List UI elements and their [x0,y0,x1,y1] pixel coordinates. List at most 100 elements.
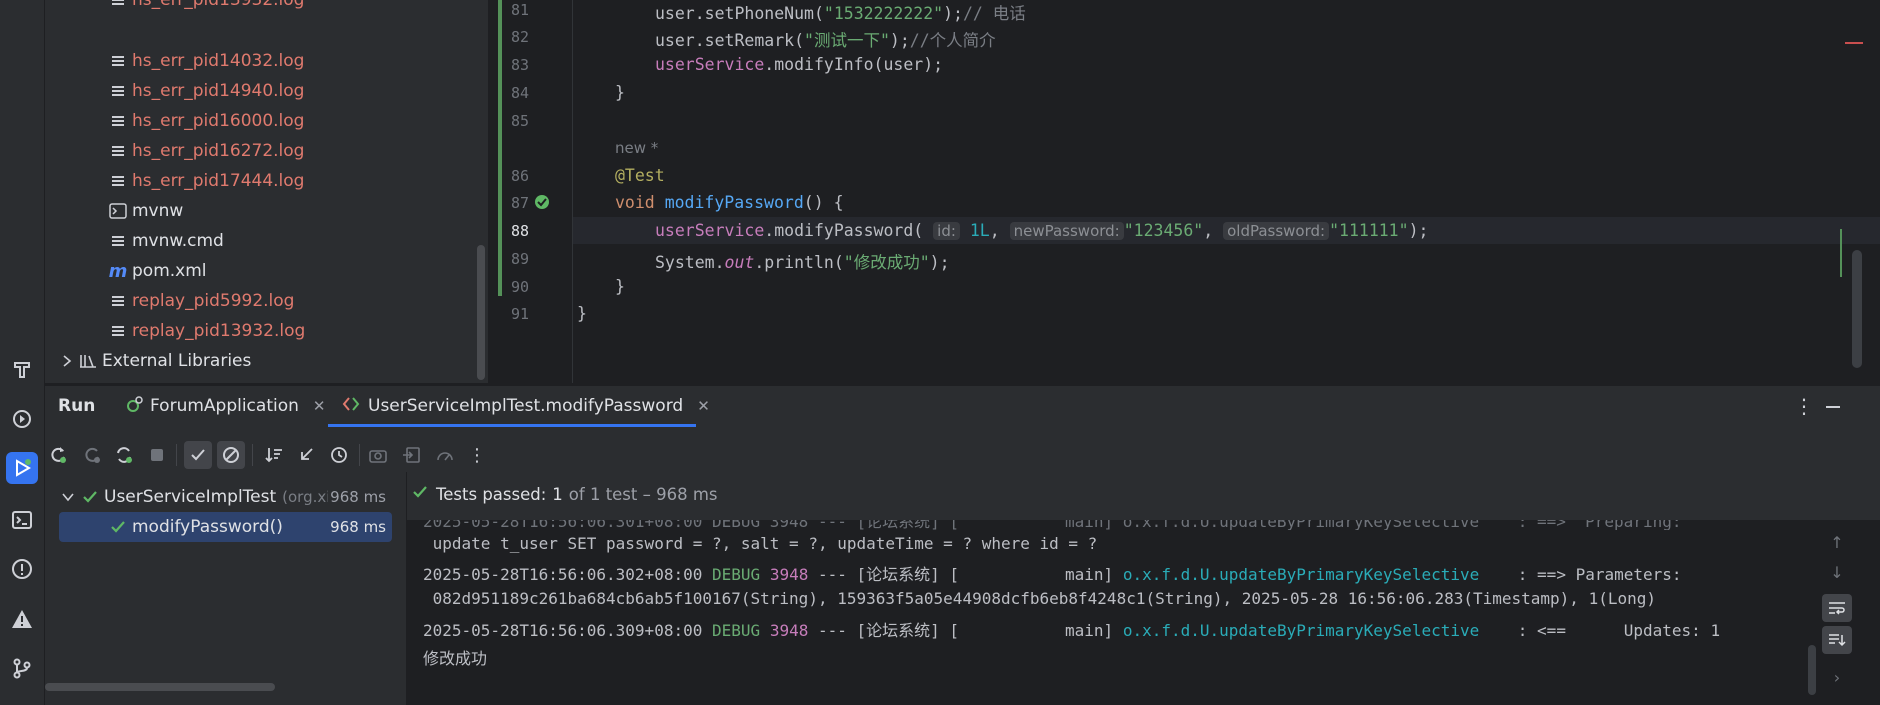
history-icon[interactable] [325,441,353,469]
console-line: 082d951189c261ba684cb6ab5f100167(String)… [423,589,1656,608]
code-line-83: userService.modifyInfo(user); [655,55,944,74]
test-diff-icon [342,395,360,418]
chevron-right-icon[interactable] [60,351,74,371]
check-icon [412,484,428,504]
git-icon[interactable] [6,652,38,684]
tree-item[interactable]: hs_err_pid14032.log [108,46,304,76]
text-file-icon [108,81,128,101]
scroll-to-end-icon[interactable] [1822,626,1852,654]
tree-item[interactable]: mvnw.cmd [108,226,224,256]
warning-icon[interactable] [6,603,38,635]
more-options-icon[interactable]: ⋮ [1794,394,1814,418]
tree-item-label: hs_err_pid13932.log [132,0,305,10]
author-hint: new * [615,139,659,157]
param-hint-oldpassword: oldPassword: [1223,222,1330,240]
tree-item-label: hs_err_pid17444.log [132,171,305,191]
code-line-87: void modifyPassword() { [615,193,844,212]
tree-item[interactable]: hs_err_pid16000.log [108,106,304,136]
tool-window-strip [0,0,45,705]
library-icon [78,351,98,371]
tab-forum-application[interactable]: ForumApplication ✕ [126,385,325,427]
code-line-88: userService.modifyPassword( id: 1L, newP… [655,221,1429,240]
toolbar-separator [359,444,360,466]
param-hint-id: id: [933,222,960,240]
tab-label: UserServiceImplTest.modifyPassword [368,396,684,416]
tab-modify-password-test[interactable]: UserServiceImplTest.modifyPassword ✕ [328,385,710,427]
chevron-down-icon[interactable] [60,487,76,507]
stop-icon[interactable] [143,441,171,469]
tree-item[interactable]: hs_err_pid13932.log [108,0,304,15]
line-number: 83 [510,56,529,74]
console-line: 2025-05-28T16:56:06.302+08:00 DEBUG 3948… [423,565,1682,584]
terminal-icon[interactable] [6,504,38,536]
tree-top-pad [45,472,406,482]
code-line-86: @Test [615,166,665,185]
camera-icon[interactable] [364,441,392,469]
line-number: 85 [510,112,529,130]
problems-icon[interactable] [6,553,38,585]
code-line-91: } [577,304,587,323]
rerun-icon[interactable] [44,441,72,469]
test-suite-row[interactable]: UserServiceImplTest (org.xiao 968 ms [60,482,400,512]
code-line-81: user.setPhoneNum("1532222222");// 电话 [655,4,1026,23]
line-number: 86 [510,167,529,185]
tree-item-label: External Libraries [102,351,252,371]
soft-wrap-icon[interactable] [1822,594,1852,622]
close-icon[interactable]: ✕ [313,397,326,415]
show-passed-icon[interactable] [184,441,212,469]
text-file-icon [108,291,128,311]
run-icon[interactable] [6,452,38,484]
text-file-icon [108,231,128,251]
arrow-up-icon[interactable]: ↑ [1822,528,1852,556]
toggle-auto-test-icon[interactable] [110,441,138,469]
test-suite-time: 968 ms [328,488,386,506]
run-test-gutter-icon[interactable] [533,193,553,217]
import-icon[interactable] [398,441,426,469]
console-cut-line-wrap: 2025-05-28T16:56:06.301+08:00 DEBUG 3948… [407,520,1807,530]
line-number: 91 [510,305,529,323]
tree-item[interactable]: m pom.xml [108,256,207,286]
sort-icon[interactable] [260,441,288,469]
status-passed-label: Tests passed: [436,484,547,504]
close-icon[interactable]: ✕ [697,397,710,415]
minimize-icon[interactable] [1826,406,1840,408]
tree-item[interactable]: replay_pid5992.log [108,286,294,316]
test-case-row[interactable]: modifyPassword() 968 ms [108,512,392,542]
chevron-right-icon[interactable]: › [1822,663,1852,691]
collapse-icon[interactable] [293,441,321,469]
line-number: 88 [510,222,529,240]
project-scrollbar[interactable] [477,245,485,380]
show-ignored-icon[interactable] [217,441,245,469]
gauge-icon[interactable] [431,441,459,469]
code-line-84: } [615,83,625,102]
error-stripe-marker[interactable] [1845,42,1863,44]
text-file-icon [108,111,128,131]
tree-item-label: replay_pid13932.log [132,321,306,341]
text-file-icon [108,171,128,191]
tree-item[interactable]: hs_err_pid14940.log [108,76,304,106]
tree-item[interactable]: mvnw [108,196,183,226]
build-icon[interactable] [6,354,38,386]
change-stripe-marker [1840,229,1842,277]
arrow-down-icon[interactable]: ↓ [1822,558,1852,586]
test-status: Tests passed: 1 of 1 test – 968 ms [412,484,718,504]
tree-item[interactable]: hs_err_pid17444.log [108,166,304,196]
tab-label: ForumApplication [150,396,299,416]
toolbar-separator [252,444,253,466]
spring-run-icon [126,395,144,418]
services-icon[interactable] [6,403,38,435]
tree-item-external-libraries[interactable]: External Libraries [60,346,251,376]
param-hint-newpassword: newPassword: [1009,222,1124,240]
code-line-89: System.out.println("修改成功"); [655,253,950,272]
tree-item[interactable]: hs_err_pid16272.log [108,136,304,166]
text-file-icon [108,141,128,161]
tree-item[interactable]: replay_pid13932.log [108,316,305,346]
line-number: 90 [510,278,529,296]
tree-horizontal-scrollbar[interactable] [45,683,275,691]
tree-item-label: hs_err_pid14032.log [132,51,305,71]
console-scrollbar[interactable] [1808,645,1816,695]
script-file-icon [108,201,128,221]
rerun-failed-icon[interactable] [78,441,106,469]
more-icon[interactable]: ⋮ [463,441,491,469]
editor-scrollbar[interactable] [1852,250,1862,368]
